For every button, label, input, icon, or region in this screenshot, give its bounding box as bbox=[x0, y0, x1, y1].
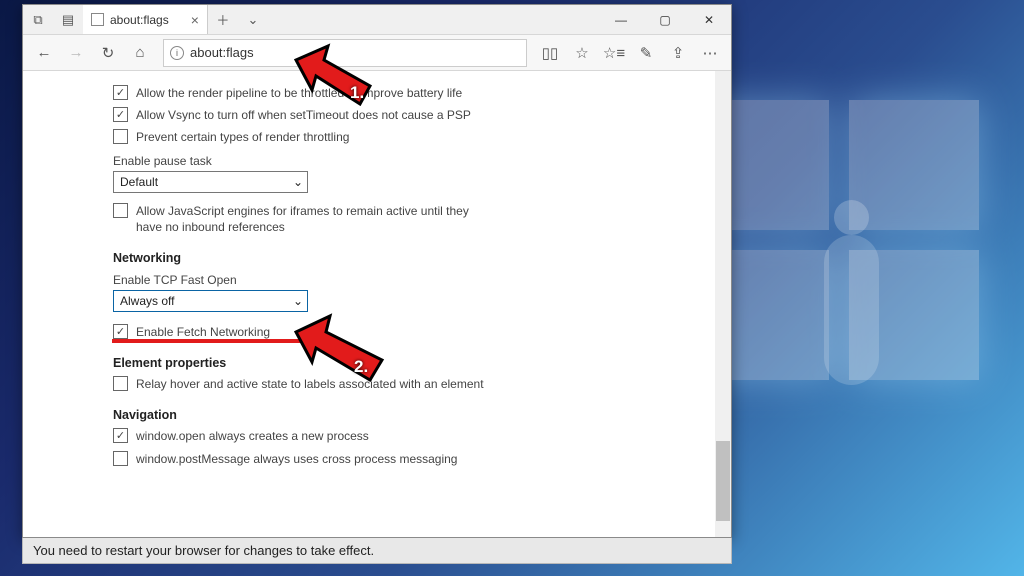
home-button[interactable]: ⌂ bbox=[125, 38, 155, 68]
checkbox-fetch-networking[interactable] bbox=[113, 324, 128, 339]
flag-row: Prevent certain types of render throttli… bbox=[113, 129, 493, 145]
checkbox-js-iframes[interactable] bbox=[113, 203, 128, 218]
refresh-button[interactable]: ↻ bbox=[93, 38, 123, 68]
field-label: Enable TCP Fast Open bbox=[113, 273, 709, 287]
flag-label: Allow Vsync to turn off when setTimeout … bbox=[136, 107, 471, 123]
forward-button[interactable]: → bbox=[61, 38, 91, 68]
address-bar[interactable]: i about:flags bbox=[163, 39, 527, 67]
flag-row: Relay hover and active state to labels a… bbox=[113, 376, 493, 392]
checkbox-window-open[interactable] bbox=[113, 428, 128, 443]
flag-label: window.open always creates a new process bbox=[136, 428, 369, 444]
section-heading-networking: Networking bbox=[113, 251, 709, 265]
annotation-underline bbox=[112, 339, 308, 343]
restart-notice-text: You need to restart your browser for cha… bbox=[33, 543, 374, 558]
flag-label: Allow the render pipeline to be throttle… bbox=[136, 85, 462, 101]
reading-view-icon[interactable]: ▯▯ bbox=[535, 38, 565, 68]
checkbox-vsync[interactable] bbox=[113, 107, 128, 122]
new-tab-button[interactable]: ＋ bbox=[208, 5, 238, 34]
chevron-down-icon: ⌄ bbox=[293, 175, 303, 189]
flag-label: Enable Fetch Networking bbox=[136, 324, 270, 340]
flag-label: Allow JavaScript engines for iframes to … bbox=[136, 203, 493, 235]
scrollbar-track[interactable] bbox=[715, 71, 731, 537]
flag-label: Relay hover and active state to labels a… bbox=[136, 376, 484, 392]
select-value: Always off bbox=[120, 294, 174, 308]
flag-label: Prevent certain types of render throttli… bbox=[136, 129, 349, 145]
share-icon[interactable]: ⇪ bbox=[663, 38, 693, 68]
field-label: Enable pause task bbox=[113, 154, 709, 168]
checkbox-relay-hover[interactable] bbox=[113, 376, 128, 391]
window-close-button[interactable]: ✕ bbox=[687, 5, 731, 34]
toolbar: ← → ↻ ⌂ i about:flags ▯▯ ☆ ☆≡ ✎ ⇪ ⋯ bbox=[23, 35, 731, 71]
tab-chevron-down-icon[interactable]: ⌄ bbox=[238, 5, 268, 34]
tab-title: about:flags bbox=[110, 13, 169, 27]
annotation-label-1: 1. bbox=[350, 83, 364, 103]
flag-label: window.postMessage always uses cross pro… bbox=[136, 451, 457, 467]
notes-icon[interactable]: ✎ bbox=[631, 38, 661, 68]
address-text: about:flags bbox=[190, 45, 254, 60]
titlebar: ⧉ ▤ about:flags × ＋ ⌄ — ▢ ✕ bbox=[23, 5, 731, 35]
window-maximize-button[interactable]: ▢ bbox=[643, 5, 687, 34]
flag-row: Enable Fetch Networking bbox=[113, 324, 493, 340]
tcp-fast-open-select[interactable]: Always off ⌄ bbox=[113, 290, 308, 312]
annotation-label-2: 2. bbox=[354, 357, 368, 377]
checkbox-render-throttle[interactable] bbox=[113, 129, 128, 144]
page-content: Allow the render pipeline to be throttle… bbox=[23, 71, 731, 537]
favorites-bar-icon[interactable]: ☆≡ bbox=[599, 38, 629, 68]
section-heading-element: Element properties bbox=[113, 356, 709, 370]
chevron-down-icon: ⌄ bbox=[293, 294, 303, 308]
tab-actions-icon[interactable]: ⧉ bbox=[23, 5, 53, 34]
flag-row: window.postMessage always uses cross pro… bbox=[113, 451, 493, 467]
flag-row: Allow JavaScript engines for iframes to … bbox=[113, 203, 493, 235]
desktop-silhouette bbox=[804, 200, 894, 460]
restart-notice-bar: You need to restart your browser for cha… bbox=[22, 538, 732, 564]
page-icon bbox=[91, 13, 104, 26]
favorite-star-icon[interactable]: ☆ bbox=[567, 38, 597, 68]
checkbox-post-message[interactable] bbox=[113, 451, 128, 466]
more-menu-icon[interactable]: ⋯ bbox=[695, 38, 725, 68]
pause-task-select[interactable]: Default ⌄ bbox=[113, 171, 308, 193]
tab-close-icon[interactable]: × bbox=[191, 12, 199, 28]
back-button[interactable]: ← bbox=[29, 38, 59, 68]
set-aside-tabs-icon[interactable]: ▤ bbox=[53, 5, 83, 34]
flags-scroll-area[interactable]: Allow the render pipeline to be throttle… bbox=[23, 71, 731, 537]
flag-row: Allow the render pipeline to be throttle… bbox=[113, 85, 493, 101]
section-heading-navigation: Navigation bbox=[113, 408, 709, 422]
checkbox-render-pipeline[interactable] bbox=[113, 85, 128, 100]
browser-tab[interactable]: about:flags × bbox=[83, 5, 208, 34]
scrollbar-thumb[interactable] bbox=[716, 441, 730, 521]
select-value: Default bbox=[120, 175, 158, 189]
flag-row: window.open always creates a new process bbox=[113, 428, 493, 444]
edge-browser-window: ⧉ ▤ about:flags × ＋ ⌄ — ▢ ✕ ← → ↻ ⌂ i ab… bbox=[22, 4, 732, 538]
window-minimize-button[interactable]: — bbox=[599, 5, 643, 34]
site-info-icon[interactable]: i bbox=[170, 46, 184, 60]
flag-row: Allow Vsync to turn off when setTimeout … bbox=[113, 107, 493, 123]
